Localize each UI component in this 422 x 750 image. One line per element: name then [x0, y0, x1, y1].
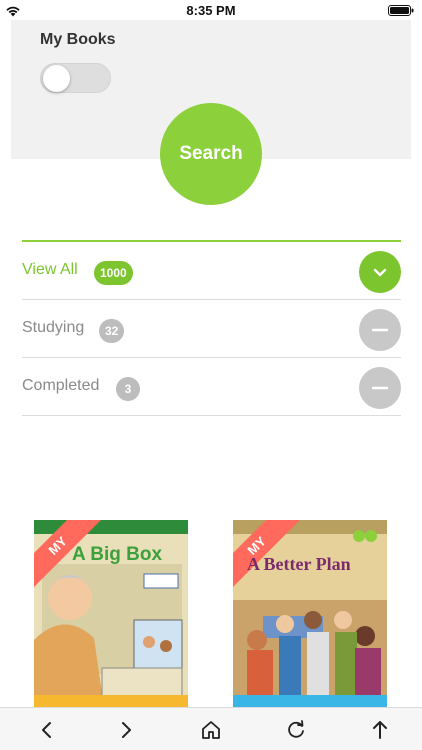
book-card[interactable]: MY A Better Plan [233, 520, 387, 707]
collapse-button[interactable] [359, 309, 401, 351]
minus-icon [371, 386, 389, 390]
book-title: A Big Box [72, 544, 163, 565]
forward-button[interactable] [113, 717, 139, 743]
chevron-down-icon [373, 268, 387, 277]
book-progress-strip [34, 695, 188, 707]
refresh-button[interactable] [283, 717, 309, 743]
book-progress-strip [233, 695, 387, 707]
filter-label: Studying [22, 319, 85, 336]
home-icon [202, 721, 220, 739]
expand-button[interactable] [359, 251, 401, 293]
share-icon [373, 721, 387, 739]
my-books-toggle[interactable] [40, 63, 111, 93]
count-badge: 1000 [94, 261, 133, 285]
search-button[interactable]: Search [160, 103, 262, 205]
status-filter-list: View All 1000 Studying 32 Completed 3 [22, 240, 401, 416]
battery-icon [388, 5, 414, 16]
filter-row-view-all[interactable]: View All 1000 [22, 242, 401, 300]
filter-row-completed[interactable]: Completed 3 [22, 358, 401, 416]
collapse-button[interactable] [359, 367, 401, 409]
count-badge: 3 [116, 377, 140, 401]
share-button[interactable] [367, 717, 393, 743]
book-card[interactable]: MY A Big Box [34, 520, 188, 707]
forward-icon [122, 722, 131, 738]
filter-row-studying[interactable]: Studying 32 [22, 300, 401, 358]
minus-icon [371, 328, 389, 332]
status-bar: 8:35 PM [0, 0, 422, 20]
filter-label: View All [22, 261, 78, 278]
back-button[interactable] [34, 717, 60, 743]
refresh-icon [288, 720, 304, 738]
filter-label: Completed [22, 377, 100, 394]
status-time: 8:35 PM [186, 3, 236, 18]
count-badge: 32 [99, 319, 125, 343]
back-icon [42, 722, 51, 738]
book-title: A Better Plan [247, 554, 351, 574]
toggle-knob [43, 65, 70, 92]
home-button[interactable] [198, 717, 224, 743]
browser-toolbar [0, 707, 422, 750]
my-books-label: My Books [40, 31, 116, 48]
